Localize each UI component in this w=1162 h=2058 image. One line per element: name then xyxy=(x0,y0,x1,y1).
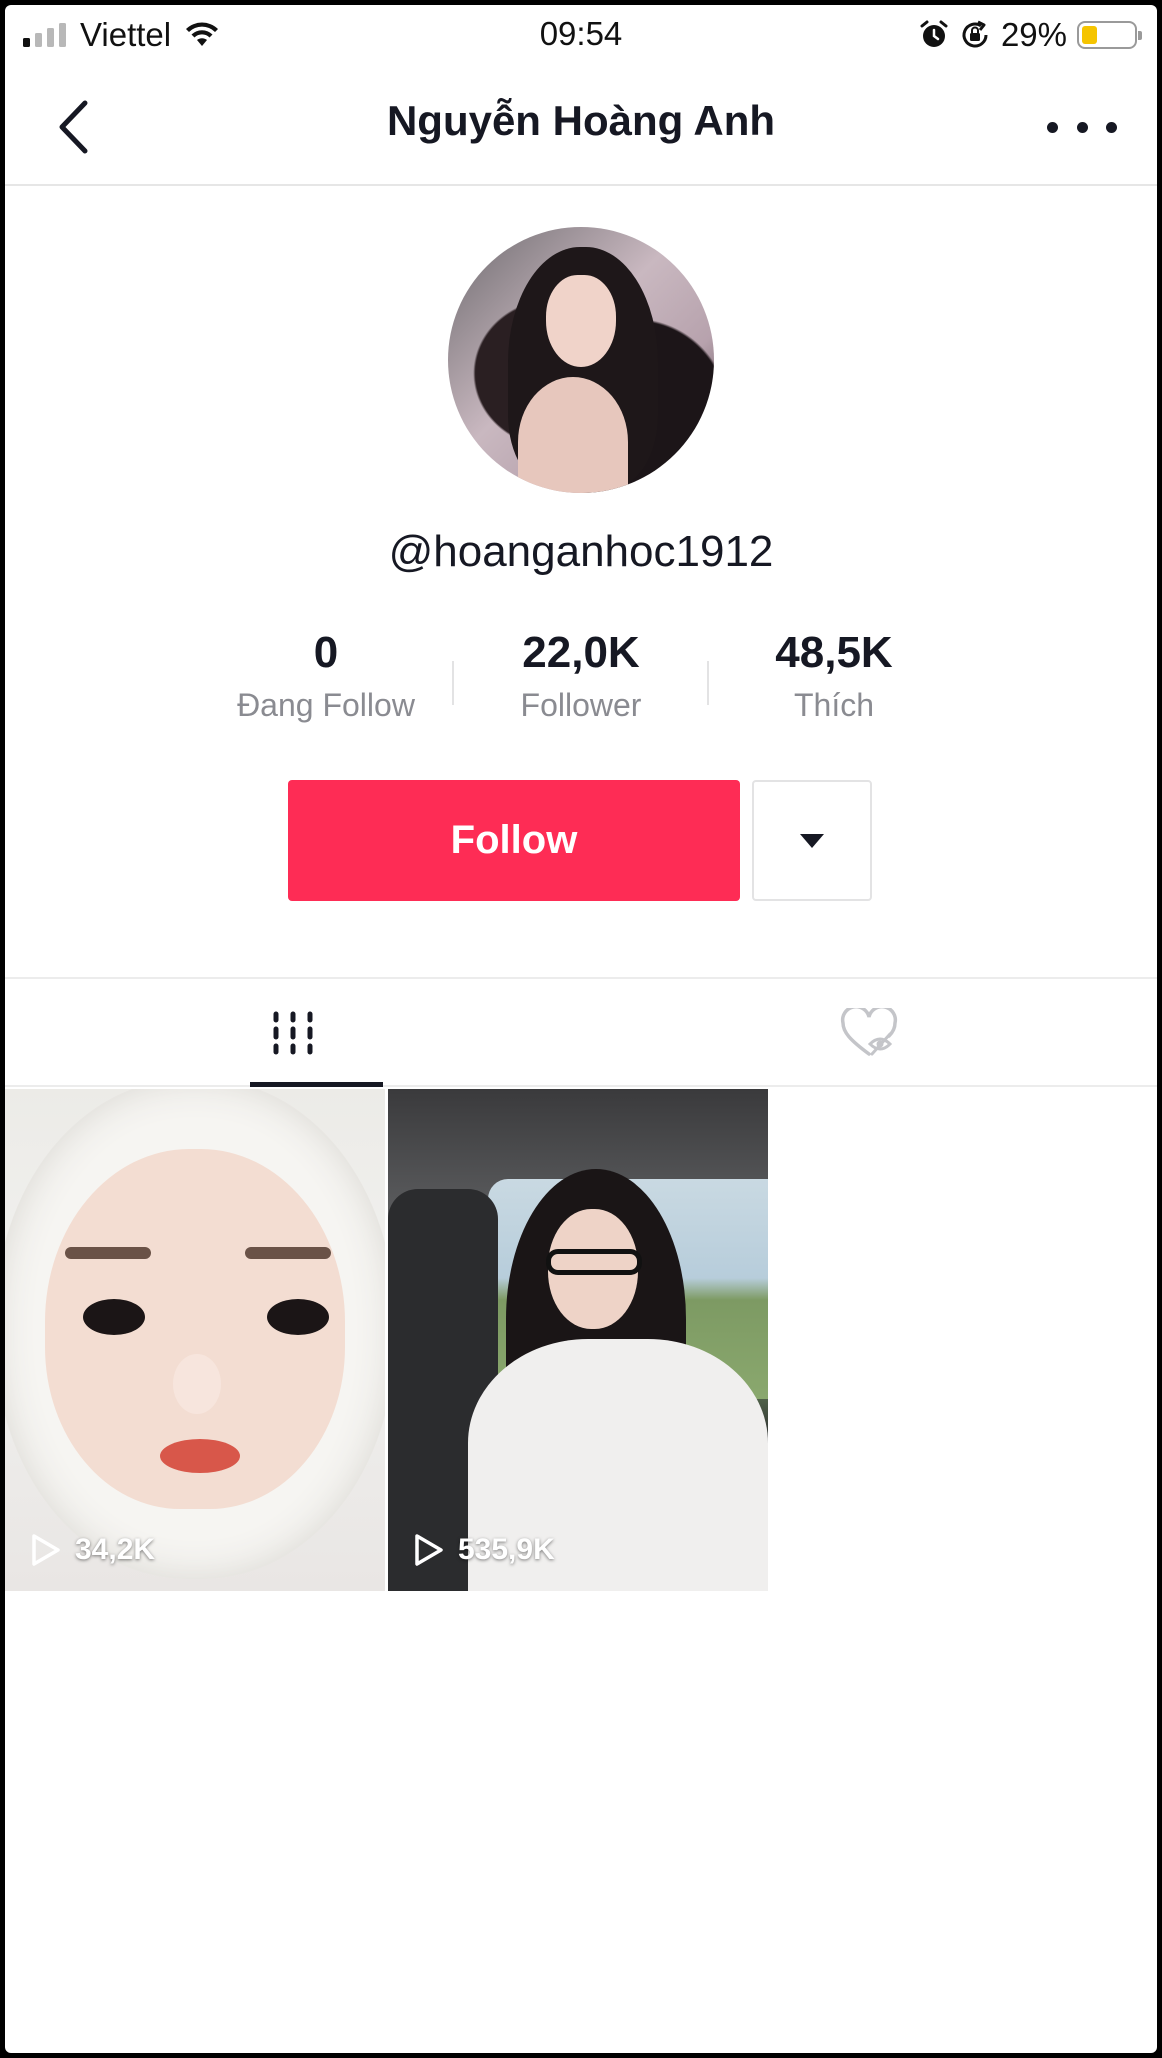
username: @hoanganhoc1912 xyxy=(388,527,774,576)
profile-tabs xyxy=(5,977,1157,1087)
battery-icon xyxy=(1077,21,1142,49)
follow-button[interactable]: Follow xyxy=(288,780,740,901)
more-dot xyxy=(1076,121,1088,133)
page-title: Nguyễn Hoàng Anh xyxy=(386,97,776,144)
stat-label: Đang Follow xyxy=(237,687,415,723)
stat-divider xyxy=(707,661,709,705)
thumbnail-brow xyxy=(245,1247,331,1259)
thumbnail-brow xyxy=(65,1247,151,1259)
thumbnail-eye xyxy=(267,1299,329,1335)
view-count: 535,9K xyxy=(414,1533,555,1567)
heart-hidden-icon xyxy=(840,1008,898,1056)
avatar-face xyxy=(546,275,616,367)
thumbnail-eye xyxy=(83,1299,145,1335)
view-count-text: 535,9K xyxy=(458,1533,555,1566)
status-bar: Viettel 09:54 29% xyxy=(5,5,1157,67)
battery-percent: 29% xyxy=(1000,16,1067,53)
stat-likes[interactable]: 48,5K Thích xyxy=(714,625,954,724)
avatar[interactable] xyxy=(448,227,714,493)
video-thumbnail[interactable]: 34,2K xyxy=(5,1089,385,1591)
tab-liked[interactable] xyxy=(581,979,1157,1087)
stat-value: 48,5K xyxy=(775,628,893,677)
stat-label: Follower xyxy=(520,687,642,723)
view-count-text: 34,2K xyxy=(75,1533,156,1566)
stat-following[interactable]: 0 Đang Follow xyxy=(206,625,446,724)
stat-label: Thích xyxy=(793,687,875,723)
video-grid-icon xyxy=(273,1011,313,1055)
thumbnail-lips xyxy=(160,1439,240,1473)
more-options-button[interactable] xyxy=(1047,107,1117,147)
nav-bar: Nguyễn Hoàng Anh xyxy=(5,67,1157,186)
view-count: 34,2K xyxy=(31,1533,155,1567)
profile-screen: Viettel 09:54 29% Nguyễn Hoàng Anh @hoan… xyxy=(5,5,1157,2053)
thumbnail-glasses xyxy=(546,1249,642,1275)
thumbnail-nose xyxy=(173,1354,221,1414)
active-tab-indicator xyxy=(250,1082,383,1087)
suggested-accounts-button[interactable] xyxy=(752,780,872,901)
video-thumbnail[interactable]: 535,9K xyxy=(388,1089,768,1591)
alarm-icon xyxy=(920,20,948,47)
profile-stats: 0 Đang Follow 22,0K Follower 48,5K Thích xyxy=(5,625,1157,735)
tab-videos[interactable] xyxy=(5,979,581,1087)
stat-followers[interactable]: 22,0K Follower xyxy=(461,625,701,724)
more-dot xyxy=(1106,121,1117,133)
stat-value: 22,0K xyxy=(522,628,640,677)
battery-level xyxy=(1082,26,1097,44)
rotation-lock-icon xyxy=(962,20,988,48)
status-right: 29% xyxy=(919,15,1142,55)
stat-divider xyxy=(452,661,454,705)
caret-down-icon xyxy=(800,833,824,848)
more-dot xyxy=(1047,121,1058,133)
play-icon xyxy=(415,1534,443,1566)
stat-value: 0 xyxy=(313,628,339,677)
play-icon xyxy=(32,1534,60,1566)
